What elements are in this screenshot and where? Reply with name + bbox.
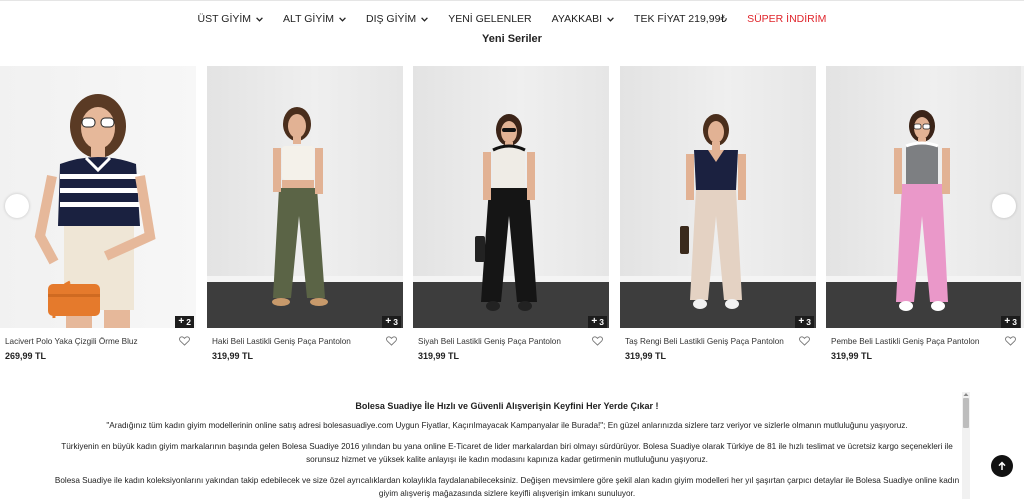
product-info: Haki Beli Lastikli Geniş Paça Pantolon 3…: [207, 328, 403, 366]
heart-icon[interactable]: [386, 336, 397, 346]
seo-heading: Bolesa Suadiye İle Hızlı ve Güvenli Alış…: [355, 401, 659, 411]
extra-images-badge: +2: [175, 316, 194, 328]
product-image[interactable]: +2: [0, 66, 196, 328]
product-price: 319,99 TL: [831, 351, 873, 361]
product-image[interactable]: +3: [620, 66, 816, 328]
model-figure: [272, 107, 328, 306]
carousel-next-button[interactable]: [992, 194, 1016, 218]
extra-images-badge: +3: [1001, 316, 1020, 328]
seo-text-block: Bolesa Suadiye İle Hızlı ve Güvenli Alış…: [54, 395, 960, 499]
nav-item-ayakkabi[interactable]: AYAKKABI: [552, 13, 614, 25]
product-card[interactable]: +3 Taş Rengi Beli Lastikli Geniş Paça Pa…: [620, 66, 816, 366]
carousel-prev-button[interactable]: [5, 194, 29, 218]
nav-label: ÜST GİYİM: [197, 13, 252, 25]
product-info: Taş Rengi Beli Lastikli Geniş Paça Panto…: [620, 328, 816, 366]
chevron-down-icon: [421, 16, 429, 22]
product-card[interactable]: +3 Siyah Beli Lastikli Geniş Paça Pantol…: [413, 66, 609, 366]
product-name[interactable]: Taş Rengi Beli Lastikli Geniş Paça Panto…: [625, 337, 784, 346]
heart-icon[interactable]: [592, 336, 603, 346]
plus-icon: +: [591, 316, 598, 327]
product-carousel: +2 Lacivert Polo Yaka Çizgili Örme Bluz …: [0, 66, 1024, 366]
header-divider: [0, 0, 1024, 1]
product-card[interactable]: +2 Lacivert Polo Yaka Çizgili Örme Bluz …: [0, 66, 196, 366]
nav-item-alt-giyim[interactable]: ALT GİYİM: [283, 13, 346, 25]
nav-label: ALT GİYİM: [283, 13, 334, 25]
heart-icon[interactable]: [179, 336, 190, 346]
model-figure: [680, 114, 746, 309]
plus-icon: +: [178, 316, 185, 327]
seo-paragraph: Türkiyenin en büyük kadın giyim markalar…: [61, 442, 953, 464]
heart-icon[interactable]: [799, 336, 810, 346]
heart-icon[interactable]: [1005, 336, 1016, 346]
seo-paragraph: Bolesa Suadiye ile kadın koleksiyonların…: [54, 476, 960, 498]
plus-icon: +: [1004, 316, 1011, 327]
model-figure: [34, 94, 156, 328]
product-info: Siyah Beli Lastikli Geniş Paça Pantolon …: [413, 328, 609, 366]
chevron-down-icon: [256, 16, 263, 22]
nav-label: AYAKKABI: [551, 13, 603, 25]
product-card[interactable]: +3 Haki Beli Lastikli Geniş Paça Pantolo…: [207, 66, 403, 366]
product-price: 269,99 TL: [5, 351, 47, 361]
product-info: Lacivert Polo Yaka Çizgili Örme Bluz 269…: [0, 328, 196, 366]
product-info: Pembe Beli Lastikli Geniş Paça Pantolon …: [826, 328, 1022, 366]
nav-item-yeni-gelenler[interactable]: YENİ GELENLER: [448, 13, 531, 25]
scroll-up-arrow-icon[interactable]: [963, 392, 969, 397]
plus-icon: +: [385, 316, 392, 327]
product-image[interactable]: +3: [413, 66, 609, 328]
extra-images-badge: +3: [588, 316, 607, 328]
model-figure: [475, 114, 537, 311]
product-name[interactable]: Haki Beli Lastikli Geniş Paça Pantolon: [212, 337, 351, 346]
nav-item-super-indirim[interactable]: SÜPER İNDİRİM: [747, 13, 826, 25]
product-card[interactable]: +3 Pembe Beli Lastikli Geniş Paça Pantol…: [826, 66, 1022, 366]
chevron-down-icon: [607, 16, 614, 22]
nav-item-dis-giyim[interactable]: DIŞ GİYİM: [366, 13, 429, 25]
arrow-up-icon: [998, 461, 1006, 470]
product-name[interactable]: Siyah Beli Lastikli Geniş Paça Pantolon: [418, 337, 561, 346]
section-title: Yeni Seriler: [482, 33, 542, 45]
plus-icon: +: [798, 316, 805, 327]
product-name[interactable]: Pembe Beli Lastikli Geniş Paça Pantolon: [831, 337, 979, 346]
product-price: 319,99 TL: [625, 351, 667, 361]
back-to-top-button[interactable]: [991, 455, 1013, 477]
nav-label: DIŞ GİYİM: [366, 13, 417, 25]
nav-label: SÜPER İNDİRİM: [747, 13, 827, 25]
main-nav: ÜST GİYİM ALT GİYİM DIŞ GİYİM YENİ GELEN…: [0, 10, 1024, 28]
extra-images-badge: +3: [795, 316, 814, 328]
product-price: 319,99 TL: [212, 351, 254, 361]
nav-item-ust-giyim[interactable]: ÜST GİYİM: [198, 13, 263, 25]
scroll-thumb[interactable]: [963, 398, 969, 428]
chevron-down-icon: [339, 16, 346, 22]
nav-label: TEK FİYAT 219,99₺: [634, 13, 728, 25]
seo-scrollbar[interactable]: [962, 392, 970, 499]
product-price: 319,99 TL: [418, 351, 460, 361]
model-figure: [894, 110, 950, 311]
seo-paragraph: "Aradığınız tüm kadın giyim modellerinin…: [106, 421, 908, 430]
nav-label: YENİ GELENLER: [448, 13, 532, 25]
product-name[interactable]: Lacivert Polo Yaka Çizgili Örme Bluz: [5, 337, 138, 346]
product-image[interactable]: +3: [826, 66, 1022, 328]
nav-item-tek-fiyat[interactable]: TEK FİYAT 219,99₺: [634, 13, 727, 25]
product-image[interactable]: +3: [207, 66, 403, 328]
extra-images-badge: +3: [382, 316, 401, 328]
